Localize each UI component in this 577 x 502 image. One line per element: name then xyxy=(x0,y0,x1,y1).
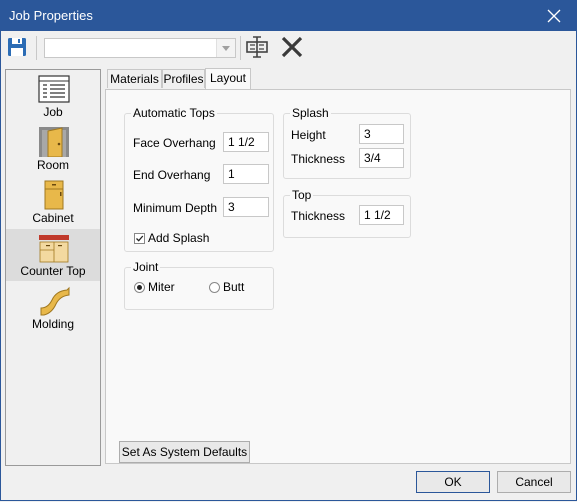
nav-item-label: Job xyxy=(43,105,63,119)
room-door-icon xyxy=(38,127,70,158)
group-title: Top xyxy=(290,188,314,202)
face-overhang-label: Face Overhang xyxy=(133,136,216,150)
tab-profiles[interactable]: Profiles xyxy=(162,69,205,88)
nav-item-label: Counter Top xyxy=(20,264,86,278)
delete-x-icon xyxy=(281,36,303,58)
tab-label: Materials xyxy=(110,72,159,86)
nav-item-label: Cabinet xyxy=(32,211,74,225)
top-thickness-value: 1 1/2 xyxy=(364,208,391,222)
button-label: Cancel xyxy=(515,475,553,489)
cancel-button[interactable]: Cancel xyxy=(497,471,571,493)
minimum-depth-value: 3 xyxy=(228,200,235,214)
group-title: Joint xyxy=(131,260,161,274)
molding-icon xyxy=(38,286,70,316)
tab-label: Layout xyxy=(209,71,247,85)
ok-button[interactable]: OK xyxy=(416,471,490,493)
group-title: Splash xyxy=(290,106,331,120)
automatic-tops-group: Automatic Tops Face Overhang 1 1/2 End O… xyxy=(124,106,274,252)
toolbar-combo[interactable] xyxy=(44,38,236,58)
end-overhang-value: 1 xyxy=(228,167,235,181)
nav-item-job[interactable]: Job xyxy=(6,70,100,122)
butt-radio[interactable] xyxy=(209,282,220,293)
end-overhang-field[interactable]: 1 xyxy=(223,164,269,184)
close-button[interactable] xyxy=(533,0,577,31)
save-icon xyxy=(8,38,26,56)
splash-group: Splash Height 3 Thickness 3/4 xyxy=(283,106,411,179)
minimum-depth-field[interactable]: 3 xyxy=(223,197,269,217)
top-thickness-field[interactable]: 1 1/2 xyxy=(359,205,404,225)
splash-thickness-value: 3/4 xyxy=(364,151,381,165)
face-overhang-value: 1 1/2 xyxy=(228,135,255,149)
toolbar-separator xyxy=(240,36,241,60)
nav-item-room[interactable]: Room xyxy=(6,123,100,175)
end-overhang-label: End Overhang xyxy=(133,168,211,182)
properties-button[interactable] xyxy=(244,34,270,60)
splash-thickness-field[interactable]: 3/4 xyxy=(359,148,404,168)
miter-label[interactable]: Miter xyxy=(148,280,175,294)
tab-materials[interactable]: Materials xyxy=(107,69,162,88)
checkmark-icon xyxy=(136,235,144,242)
close-icon xyxy=(547,9,561,23)
category-nav-panel: Job Room Cabinet Counter Top Molding xyxy=(5,69,101,466)
joint-group: Joint Miter Butt xyxy=(124,260,274,310)
tab-layout[interactable]: Layout xyxy=(205,68,251,89)
save-button[interactable] xyxy=(4,34,30,60)
combo-dropdown-arrow[interactable] xyxy=(216,39,235,57)
top-thickness-label: Thickness xyxy=(291,209,346,223)
add-splash-label[interactable]: Add Splash xyxy=(148,231,209,245)
top-group: Top Thickness 1 1/2 xyxy=(283,188,411,238)
layout-tab-panel: Automatic Tops Face Overhang 1 1/2 End O… xyxy=(105,89,571,464)
set-system-defaults-button[interactable]: Set As System Defaults xyxy=(119,441,250,463)
splash-thickness-label: Thickness xyxy=(291,152,346,166)
face-overhang-field[interactable]: 1 1/2 xyxy=(223,132,269,152)
splash-height-label: Height xyxy=(291,128,326,142)
job-list-icon xyxy=(38,74,70,104)
nav-item-cabinet[interactable]: Cabinet xyxy=(6,176,100,228)
button-label: OK xyxy=(444,475,462,489)
cabinet-icon xyxy=(38,180,70,210)
butt-label[interactable]: Butt xyxy=(223,280,244,294)
delete-button[interactable] xyxy=(279,34,305,60)
group-title: Automatic Tops xyxy=(131,106,217,120)
minimum-depth-label: Minimum Depth xyxy=(133,201,218,215)
property-sheet-icon xyxy=(246,36,268,58)
title-bar: Job Properties xyxy=(0,0,577,31)
add-splash-checkbox[interactable] xyxy=(134,233,145,244)
toolbar-separator xyxy=(36,36,37,60)
splash-height-field[interactable]: 3 xyxy=(359,124,404,144)
nav-item-label: Room xyxy=(36,158,69,172)
chevron-down-icon xyxy=(222,46,230,51)
tab-label: Profiles xyxy=(163,72,204,86)
miter-radio[interactable] xyxy=(134,282,145,293)
splash-height-value: 3 xyxy=(364,127,371,141)
counter-top-icon xyxy=(38,233,70,263)
nav-item-label: Molding xyxy=(31,317,75,331)
nav-item-molding[interactable]: Molding xyxy=(6,282,100,334)
window-title: Job Properties xyxy=(9,8,93,23)
button-label: Set As System Defaults xyxy=(121,445,248,459)
nav-item-counter-top[interactable]: Counter Top xyxy=(6,229,100,281)
